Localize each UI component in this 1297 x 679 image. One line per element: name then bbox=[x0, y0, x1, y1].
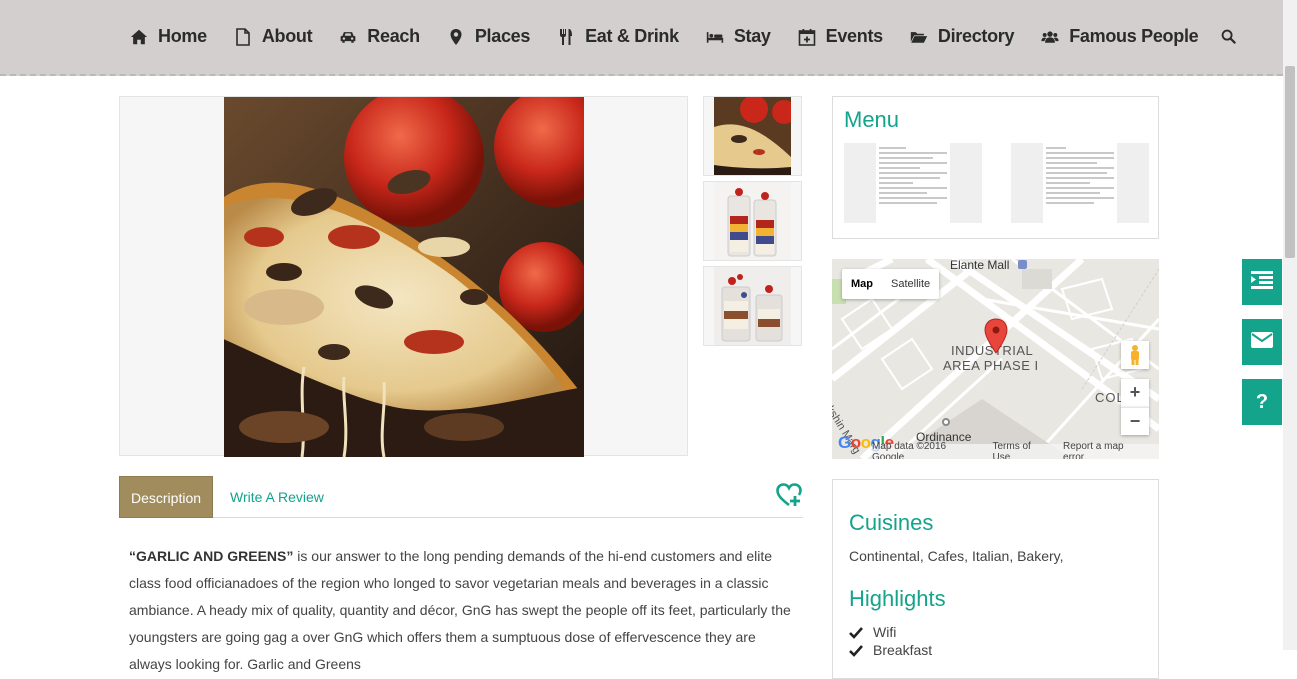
report-error-link[interactable]: Report a map error bbox=[1063, 441, 1147, 460]
nav-item-events[interactable]: Events bbox=[798, 26, 883, 47]
bed-icon bbox=[706, 28, 724, 46]
heart-plus-icon[interactable] bbox=[776, 482, 802, 508]
nav-label: Home bbox=[158, 26, 207, 46]
nav-item-about[interactable]: About bbox=[234, 26, 313, 47]
menu-card: Menu bbox=[832, 96, 1159, 239]
question-icon: ? bbox=[1255, 390, 1269, 413]
side-list-button[interactable] bbox=[1242, 259, 1282, 305]
tab-write-review[interactable]: Write A Review bbox=[230, 476, 324, 518]
satellite-mode-button[interactable]: Satellite bbox=[882, 269, 939, 299]
zoom-in-button[interactable]: + bbox=[1121, 379, 1149, 407]
highlight-label: Wifi bbox=[873, 624, 897, 640]
menu-page-2[interactable] bbox=[1011, 143, 1149, 223]
envelope-icon bbox=[1251, 331, 1273, 353]
map-label-mall: Elante Mall bbox=[950, 259, 1010, 272]
nav-item-directory[interactable]: Directory bbox=[910, 26, 1015, 47]
car-icon bbox=[339, 28, 357, 46]
nav-item-stay[interactable]: Stay bbox=[706, 26, 771, 47]
map-mode-button[interactable]: Map bbox=[842, 269, 882, 299]
cuisines-list: Continental, Cafes, Italian, Bakery, bbox=[849, 548, 1064, 564]
highlight-label: Breakfast bbox=[873, 642, 933, 658]
top-navigation: Home About Reach Places Eat & Drink Stay… bbox=[0, 0, 1283, 76]
map-attribution: Map data ©2016 Google Terms of Use Repor… bbox=[872, 440, 1159, 460]
map-type-toggle: Map Satellite bbox=[842, 269, 940, 299]
nav-label: Places bbox=[474, 26, 531, 46]
terms-link[interactable]: Terms of Use bbox=[992, 441, 1051, 460]
nav-label: Stay bbox=[733, 26, 771, 46]
nav-label: About bbox=[261, 26, 313, 46]
detail-tabs: Description Write A Review bbox=[119, 476, 803, 518]
check-icon bbox=[849, 626, 863, 639]
menu-title: Menu bbox=[844, 107, 900, 132]
users-icon bbox=[1041, 28, 1059, 46]
shopping-bag-icon bbox=[1018, 260, 1027, 269]
poi-marker-icon bbox=[942, 418, 950, 426]
nav-item-places[interactable]: Places bbox=[447, 26, 530, 47]
check-icon bbox=[849, 644, 863, 657]
nav-label: Famous People bbox=[1069, 26, 1199, 46]
nav-list: Home About Reach Places Eat & Drink Stay… bbox=[130, 26, 1237, 47]
menu-page-1[interactable] bbox=[844, 143, 982, 223]
side-help-button[interactable]: ? bbox=[1242, 379, 1282, 425]
tab-description[interactable]: Description bbox=[119, 476, 213, 518]
calendar-plus-icon bbox=[798, 28, 816, 46]
nav-label: Reach bbox=[367, 26, 420, 46]
zoom-out-button[interactable]: − bbox=[1121, 407, 1149, 435]
map-marker-icon bbox=[447, 28, 465, 46]
thumbnail-dessert-glasses[interactable] bbox=[703, 181, 802, 261]
scrollbar[interactable] bbox=[1283, 0, 1297, 650]
google-map[interactable]: Map Satellite Elante Mall INDUSTRIAL ARE… bbox=[832, 259, 1159, 459]
thumbnail-pizza[interactable] bbox=[703, 96, 802, 176]
cutlery-icon bbox=[557, 28, 575, 46]
main-photo-pizza[interactable] bbox=[224, 97, 584, 457]
map-label-area-2: AREA PHASE I bbox=[943, 358, 1039, 373]
indent-list-icon bbox=[1250, 270, 1274, 295]
main-photo-frame bbox=[119, 96, 688, 457]
restaurant-name: “GARLIC AND GREENS” bbox=[129, 548, 294, 564]
home-icon bbox=[130, 28, 148, 46]
map-data-credit: Map data ©2016 Google bbox=[872, 440, 947, 460]
highlights-title: Highlights bbox=[849, 586, 946, 611]
pegman-icon[interactable] bbox=[1121, 341, 1149, 369]
nav-item-famous-people[interactable]: Famous People bbox=[1041, 26, 1199, 47]
nav-item-reach[interactable]: Reach bbox=[339, 26, 420, 47]
nav-label: Events bbox=[825, 26, 884, 46]
folder-open-icon bbox=[910, 28, 928, 46]
side-mail-button[interactable] bbox=[1242, 319, 1282, 365]
file-icon bbox=[234, 27, 252, 46]
highlight-item: Breakfast bbox=[849, 642, 932, 658]
thumbnail-parfait[interactable] bbox=[703, 266, 802, 346]
nav-label: Eat & Drink bbox=[585, 26, 679, 46]
description-text: is our answer to the long pending demand… bbox=[129, 548, 791, 672]
search-icon[interactable] bbox=[1221, 29, 1237, 45]
cuisines-title: Cuisines bbox=[849, 510, 934, 535]
nav-label: Directory bbox=[937, 26, 1015, 46]
location-pin-icon[interactable] bbox=[984, 318, 1008, 354]
highlight-item: Wifi bbox=[849, 624, 896, 640]
nav-item-eat-drink[interactable]: Eat & Drink bbox=[557, 26, 679, 47]
nav-item-home[interactable]: Home bbox=[130, 26, 207, 47]
restaurant-description: “GARLIC AND GREENS” is our answer to the… bbox=[129, 543, 797, 678]
scrollbar-thumb[interactable] bbox=[1285, 66, 1295, 258]
info-card: Cuisines Continental, Cafes, Italian, Ba… bbox=[832, 479, 1159, 679]
